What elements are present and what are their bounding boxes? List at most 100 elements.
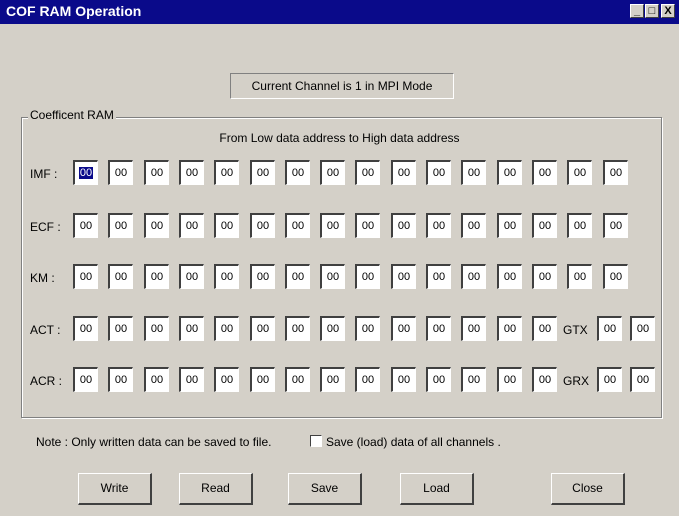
coef-field-ecf-9[interactable]: 00 xyxy=(391,213,416,238)
coef-field-acr-12[interactable]: 00 xyxy=(497,367,522,392)
coef-field-km-2[interactable]: 00 xyxy=(144,264,169,289)
load-button[interactable]: Load xyxy=(400,473,474,505)
close-button[interactable]: Close xyxy=(551,473,625,505)
coef-field-act-1[interactable]: 00 xyxy=(108,316,133,341)
minimize-button[interactable]: _ xyxy=(630,4,644,18)
coef-field-imf-0[interactable]: 00 xyxy=(73,160,98,185)
coef-field-acr-8[interactable]: 00 xyxy=(355,367,380,392)
coef-field-ecf-5[interactable]: 00 xyxy=(250,213,275,238)
coef-field-act-13[interactable]: 00 xyxy=(532,316,557,341)
coef-field-imf-11[interactable]: 00 xyxy=(461,160,486,185)
coef-field-act-8[interactable]: 00 xyxy=(355,316,380,341)
coef-field-act-9[interactable]: 00 xyxy=(391,316,416,341)
row-label-ecf: ECF : xyxy=(30,220,61,234)
title-bar[interactable]: COF RAM Operation _ □ X xyxy=(0,0,679,24)
coef-field-km-4[interactable]: 00 xyxy=(214,264,239,289)
coef-field-act-4[interactable]: 00 xyxy=(214,316,239,341)
coef-field-km-13[interactable]: 00 xyxy=(532,264,557,289)
coef-field-act-7[interactable]: 00 xyxy=(320,316,345,341)
address-direction-caption: From Low data address to High data addre… xyxy=(219,131,460,145)
coef-field-act-12[interactable]: 00 xyxy=(497,316,522,341)
extra-field-grx-0[interactable]: 00 xyxy=(597,367,622,392)
coef-field-acr-2[interactable]: 00 xyxy=(144,367,169,392)
coef-field-ecf-14[interactable]: 00 xyxy=(567,213,592,238)
coef-field-imf-12[interactable]: 00 xyxy=(497,160,522,185)
coef-field-imf-15[interactable]: 00 xyxy=(603,160,628,185)
coef-field-acr-10[interactable]: 00 xyxy=(426,367,451,392)
coef-field-imf-4[interactable]: 00 xyxy=(214,160,239,185)
coef-field-km-11[interactable]: 00 xyxy=(461,264,486,289)
row-label-km: KM : xyxy=(30,271,55,285)
row-label-acr: ACR : xyxy=(30,374,63,388)
coef-field-km-5[interactable]: 00 xyxy=(250,264,275,289)
coef-field-km-10[interactable]: 00 xyxy=(426,264,451,289)
coef-field-acr-5[interactable]: 00 xyxy=(250,367,275,392)
coef-field-imf-13[interactable]: 00 xyxy=(532,160,557,185)
coef-field-imf-5[interactable]: 00 xyxy=(250,160,275,185)
coef-field-act-2[interactable]: 00 xyxy=(144,316,169,341)
coef-field-imf-9[interactable]: 00 xyxy=(391,160,416,185)
extra-field-gtx-0[interactable]: 00 xyxy=(597,316,622,341)
coef-field-km-0[interactable]: 00 xyxy=(73,264,98,289)
coef-field-ecf-13[interactable]: 00 xyxy=(532,213,557,238)
coef-field-ecf-3[interactable]: 00 xyxy=(179,213,204,238)
read-button[interactable]: Read xyxy=(179,473,253,505)
coef-field-km-15[interactable]: 00 xyxy=(603,264,628,289)
coef-field-km-8[interactable]: 00 xyxy=(355,264,380,289)
write-button[interactable]: Write xyxy=(78,473,152,505)
coef-field-imf-6[interactable]: 00 xyxy=(285,160,310,185)
save-all-channels-label[interactable]: Save (load) data of all channels . xyxy=(326,435,501,449)
extra-field-gtx-1[interactable]: 00 xyxy=(630,316,655,341)
coef-field-imf-10[interactable]: 00 xyxy=(426,160,451,185)
coef-field-imf-2[interactable]: 00 xyxy=(144,160,169,185)
coef-field-act-6[interactable]: 00 xyxy=(285,316,310,341)
coef-field-act-3[interactable]: 00 xyxy=(179,316,204,341)
coef-field-ecf-1[interactable]: 00 xyxy=(108,213,133,238)
coef-field-act-5[interactable]: 00 xyxy=(250,316,275,341)
coef-field-ecf-0[interactable]: 00 xyxy=(73,213,98,238)
coef-field-ecf-12[interactable]: 00 xyxy=(497,213,522,238)
coef-field-imf-7[interactable]: 00 xyxy=(320,160,345,185)
coef-field-ecf-11[interactable]: 00 xyxy=(461,213,486,238)
coef-field-ecf-4[interactable]: 00 xyxy=(214,213,239,238)
coef-field-ecf-10[interactable]: 00 xyxy=(426,213,451,238)
coef-field-acr-4[interactable]: 00 xyxy=(214,367,239,392)
coef-field-acr-13[interactable]: 00 xyxy=(532,367,557,392)
coef-field-imf-1[interactable]: 00 xyxy=(108,160,133,185)
maximize-button[interactable]: □ xyxy=(645,4,659,18)
coef-field-imf-14[interactable]: 00 xyxy=(567,160,592,185)
coef-field-ecf-7[interactable]: 00 xyxy=(320,213,345,238)
coef-field-imf-3[interactable]: 00 xyxy=(179,160,204,185)
close-window-button[interactable]: X xyxy=(661,4,675,18)
extra-label-act: GTX xyxy=(563,323,588,337)
coef-field-km-14[interactable]: 00 xyxy=(567,264,592,289)
coef-field-acr-11[interactable]: 00 xyxy=(461,367,486,392)
coef-field-ecf-2[interactable]: 00 xyxy=(144,213,169,238)
group-label: Coefficent RAM xyxy=(28,108,116,122)
coef-field-act-0[interactable]: 00 xyxy=(73,316,98,341)
coef-field-imf-8[interactable]: 00 xyxy=(355,160,380,185)
coef-field-acr-6[interactable]: 00 xyxy=(285,367,310,392)
save-all-channels-checkbox[interactable] xyxy=(310,435,322,447)
extra-field-grx-1[interactable]: 00 xyxy=(630,367,655,392)
coef-field-km-6[interactable]: 00 xyxy=(285,264,310,289)
row-label-imf: IMF : xyxy=(30,167,58,181)
coef-field-km-12[interactable]: 00 xyxy=(497,264,522,289)
row-label-act: ACT : xyxy=(30,323,61,337)
coef-field-km-7[interactable]: 00 xyxy=(320,264,345,289)
coef-field-acr-7[interactable]: 00 xyxy=(320,367,345,392)
coef-field-acr-3[interactable]: 00 xyxy=(179,367,204,392)
coef-field-act-10[interactable]: 00 xyxy=(426,316,451,341)
coef-field-acr-9[interactable]: 00 xyxy=(391,367,416,392)
extra-label-acr: GRX xyxy=(563,374,590,388)
coef-field-ecf-15[interactable]: 00 xyxy=(603,213,628,238)
coef-field-km-3[interactable]: 00 xyxy=(179,264,204,289)
coef-field-acr-1[interactable]: 00 xyxy=(108,367,133,392)
coef-field-ecf-6[interactable]: 00 xyxy=(285,213,310,238)
coef-field-km-9[interactable]: 00 xyxy=(391,264,416,289)
coef-field-acr-0[interactable]: 00 xyxy=(73,367,98,392)
coef-field-km-1[interactable]: 00 xyxy=(108,264,133,289)
save-button[interactable]: Save xyxy=(288,473,362,505)
coef-field-act-11[interactable]: 00 xyxy=(461,316,486,341)
coef-field-ecf-8[interactable]: 00 xyxy=(355,213,380,238)
